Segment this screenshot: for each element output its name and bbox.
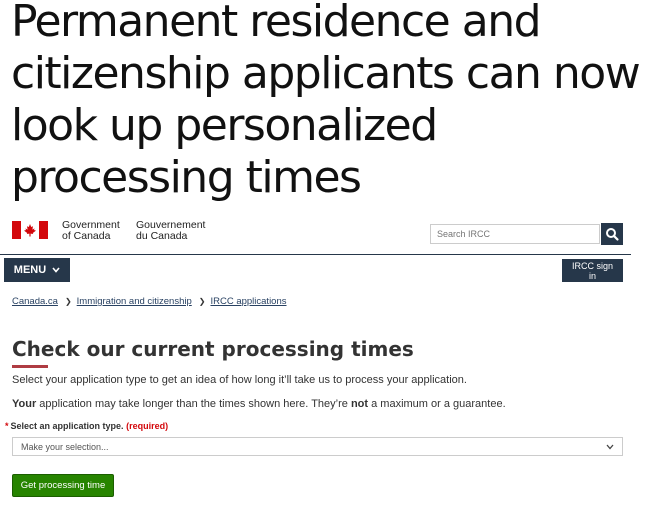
ircc-signin-button[interactable]: IRCC sign in [562,259,623,282]
select-value: Make your selection... [21,441,109,452]
chevron-right-icon: ❯ [198,297,206,306]
search-input[interactable] [430,224,600,244]
canada-flag-icon[interactable] [12,221,48,239]
signature-en-line2: of Canada [62,230,111,242]
field-label-text: Select an application type. [10,421,124,431]
site-header: Government of Canada Gouvernement du Can… [0,215,650,255]
menu-button[interactable]: MENU [4,258,70,282]
page-title: Check our current processing times [12,337,414,361]
intro-text: Select your application type to get an i… [12,374,467,386]
application-type-label: * Select an application type. (required) [5,421,168,431]
signature-fr-line2: du Canada [136,230,188,242]
article-headline: Permanent residence and citizenship appl… [11,0,641,203]
caveat-part1: application may take longer than the tim… [36,398,351,410]
signature-french: Gouvernement du Canada [136,220,205,242]
search-button[interactable] [601,223,623,245]
signature-english: Government of Canada [62,220,120,242]
caveat-bold-your: Your [12,398,37,410]
get-processing-time-button[interactable]: Get processing time [12,474,114,497]
menu-label: MENU [13,264,47,276]
chevron-down-icon [52,267,60,273]
breadcrumb-ircc-applications[interactable]: IRCC applications [210,296,286,307]
caveat-text: Your application may take longer than th… [12,398,506,410]
header-divider [0,254,631,255]
chevron-right-icon: ❯ [64,297,72,306]
breadcrumb-immigration[interactable]: Immigration and citizenship [77,296,192,307]
breadcrumb: Canada.ca ❯ Immigration and citizenship … [12,296,287,307]
breadcrumb-canada[interactable]: Canada.ca [12,296,58,307]
caveat-part2: a maximum or a guarantee. [368,398,506,410]
chevron-down-icon [606,444,614,449]
required-asterisk: * [5,421,9,431]
title-accent-bar [12,365,48,368]
application-type-select[interactable]: Make your selection... [12,437,623,456]
required-text: (required) [126,421,169,431]
caveat-bold-not: not [350,398,369,410]
magnifier-icon [606,228,619,241]
